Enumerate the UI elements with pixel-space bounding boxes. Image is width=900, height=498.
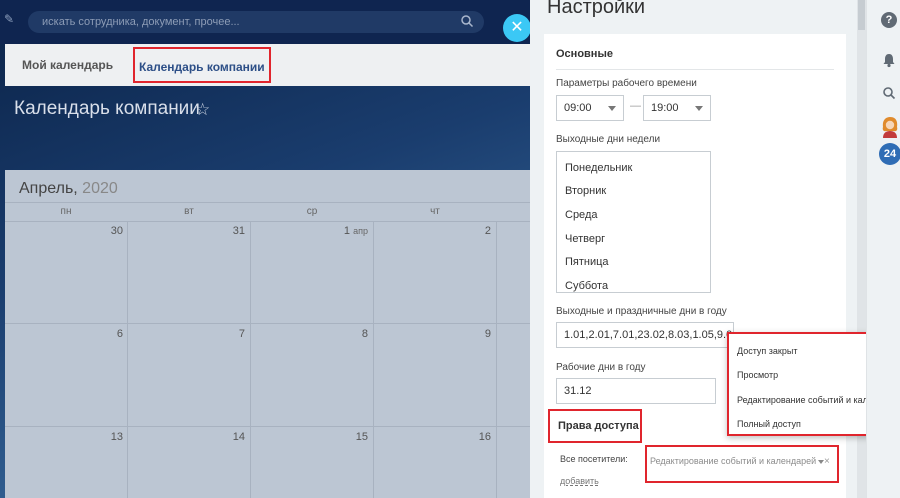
- day-number: 1: [343, 225, 351, 237]
- access-level-select[interactable]: Редактирование событий и календарей ×: [645, 445, 839, 483]
- day-cell[interactable]: 9: [451, 328, 491, 340]
- add-access-link[interactable]: добавить: [560, 476, 599, 486]
- right-rail: ? 24: [866, 0, 900, 498]
- access-option[interactable]: Доступ закрыт: [737, 346, 797, 356]
- time-separator: —: [630, 100, 641, 112]
- weekday-label: чт: [430, 206, 440, 217]
- weekend-day-option[interactable]: Среда: [565, 209, 597, 221]
- day-cell[interactable]: 15: [328, 431, 368, 443]
- day-cell[interactable]: 30: [83, 225, 123, 237]
- holidays-input[interactable]: 1.01,2.01,7.01,23.02,8.03,1.05,9.05,: [556, 322, 734, 348]
- weekday-label: пн: [60, 206, 72, 217]
- day-cell[interactable]: 13: [83, 431, 123, 443]
- close-panel-button[interactable]: ✕: [503, 14, 531, 42]
- day-cell[interactable]: 1 апр: [318, 225, 368, 237]
- grid-line: [373, 222, 374, 498]
- section-divider: [556, 69, 834, 70]
- panel-title: Настройки: [547, 0, 646, 18]
- section-basic-title: Основные: [556, 48, 613, 60]
- access-level-value: Редактирование событий и календарей: [650, 456, 817, 466]
- tab-my-calendar[interactable]: Мой календарь: [22, 44, 113, 86]
- avatar[interactable]: [880, 116, 900, 138]
- day-cell[interactable]: 8: [328, 328, 368, 340]
- day-cell[interactable]: 2: [451, 225, 491, 237]
- day-cell[interactable]: 16: [451, 431, 491, 443]
- grid-line: [250, 222, 251, 498]
- weekend-days-list[interactable]: Понедельник Вторник Среда Четверг Пятниц…: [556, 151, 711, 293]
- remove-icon[interactable]: ×: [824, 456, 830, 467]
- work-time-label: Параметры рабочего времени: [556, 78, 697, 89]
- tab-company-calendar[interactable]: Календарь компании: [133, 47, 271, 83]
- page-title: Календарь компании: [14, 98, 200, 119]
- search-icon[interactable]: [460, 14, 474, 28]
- grid-line: [5, 323, 530, 324]
- time-to-value: 19:00: [651, 102, 679, 114]
- weekend-day-option[interactable]: Понедельник: [565, 162, 632, 174]
- day-cell[interactable]: 7: [205, 328, 245, 340]
- bitrix24-icon[interactable]: 24: [879, 143, 900, 165]
- month-year: 2020: [82, 180, 118, 197]
- search-icon[interactable]: [882, 86, 896, 100]
- close-icon: ✕: [510, 19, 524, 36]
- star-icon[interactable]: ☆: [195, 100, 210, 120]
- weekend-day-option[interactable]: Четверг: [565, 233, 605, 245]
- weekend-day-option[interactable]: Суббота: [565, 280, 608, 292]
- grid-line: [5, 426, 530, 427]
- grid-line: [496, 222, 497, 498]
- time-from-value: 09:00: [564, 102, 592, 114]
- scrollbar-thumb[interactable]: [858, 0, 865, 30]
- access-option[interactable]: Просмотр: [737, 370, 778, 380]
- time-from-select[interactable]: 09:00: [556, 95, 624, 121]
- chevron-down-icon: [695, 106, 703, 111]
- holidays-label: Выходные и праздничные дни в году: [556, 306, 727, 317]
- day-cell[interactable]: 6: [83, 328, 123, 340]
- search-input[interactable]: [28, 11, 448, 33]
- month-name: Апрель,: [19, 180, 78, 197]
- day-cell[interactable]: 31: [205, 225, 245, 237]
- weekday-header: пн вт ср чт: [5, 202, 530, 222]
- weekend-day-option[interactable]: Вторник: [565, 185, 606, 197]
- visitors-label: Все посетители:: [560, 454, 628, 464]
- help-icon[interactable]: ?: [881, 12, 897, 28]
- pencil-icon: ✎: [4, 12, 15, 26]
- calendar-grid: Апрель, 2020 пн вт ср чт 30 31 1 апр 2 6…: [5, 170, 530, 498]
- weekday-label: ср: [306, 206, 318, 217]
- day-cell[interactable]: 14: [205, 431, 245, 443]
- calendar-tabs: Мой календарь Календарь компании: [5, 44, 530, 86]
- access-option[interactable]: Полный доступ: [737, 419, 801, 429]
- time-to-select[interactable]: 19:00: [643, 95, 711, 121]
- chevron-down-icon: [608, 106, 616, 111]
- weekend-label: Выходные дни недели: [556, 134, 661, 145]
- search-box[interactable]: [28, 11, 484, 33]
- bell-icon[interactable]: [881, 52, 897, 68]
- weekday-label: вт: [184, 206, 194, 217]
- weekend-day-option[interactable]: Пятница: [565, 256, 609, 268]
- calendar-month: Апрель, 2020: [19, 180, 118, 198]
- access-rights-title: Права доступа: [548, 409, 642, 443]
- day-month-suffix: апр: [353, 226, 368, 236]
- top-search-bar: ✎: [0, 0, 530, 44]
- grid-line: [127, 222, 128, 498]
- workdays-label: Рабочие дни в году: [556, 362, 646, 373]
- workdays-input[interactable]: 31.12: [556, 378, 716, 404]
